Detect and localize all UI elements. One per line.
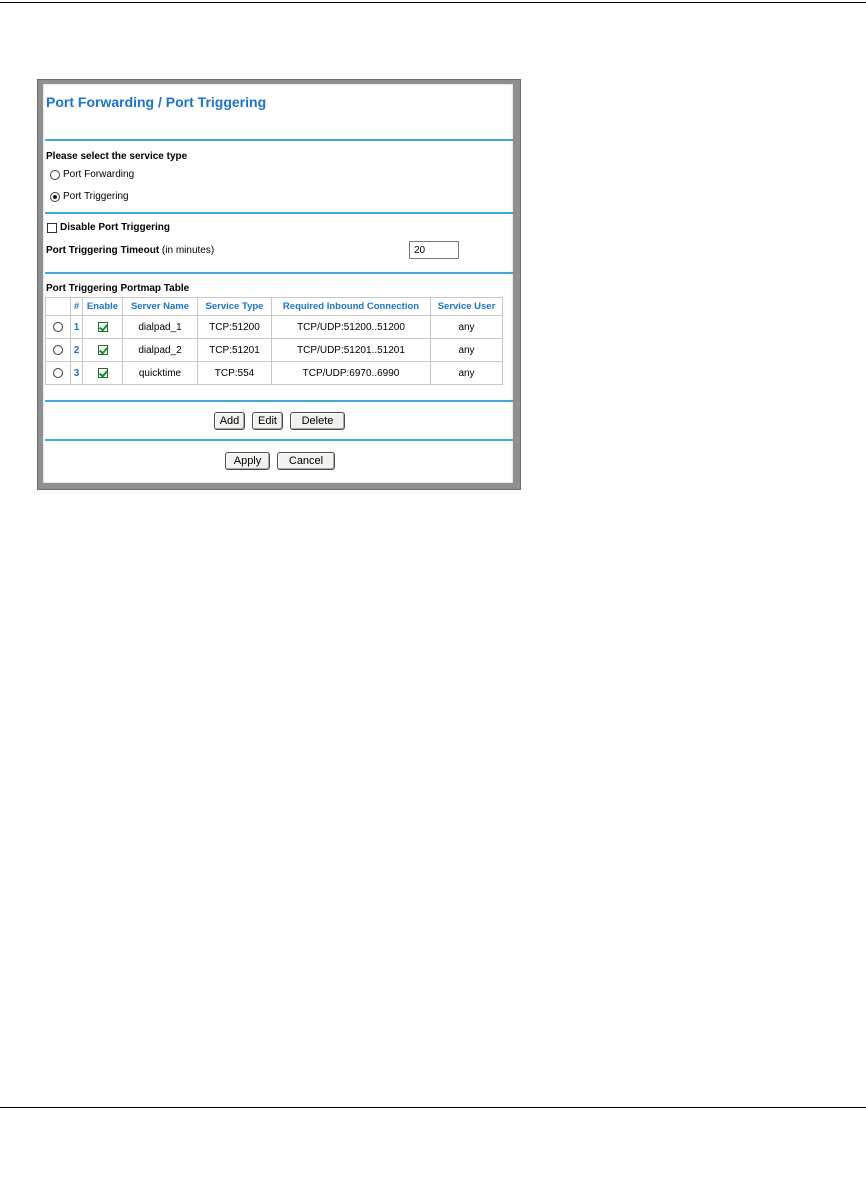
screenshot-frame: Port Forwarding / Port Triggering Please… — [37, 79, 521, 490]
inbound-connection: TCP/UDP:51201..51201 — [271, 338, 431, 362]
service-user: any — [430, 338, 503, 362]
service-user: any — [430, 361, 503, 385]
timeout-unit: (in minutes) — [159, 245, 215, 256]
divider — [45, 139, 513, 141]
delete-button[interactable]: Delete — [290, 412, 345, 430]
server-name: dialpad_1 — [122, 315, 198, 339]
server-name: quicktime — [122, 361, 198, 385]
port-triggering-panel: Port Forwarding / Port Triggering Please… — [43, 84, 513, 483]
port-forwarding-radio[interactable] — [50, 170, 60, 180]
portmap-table-title: Port Triggering Portmap Table — [46, 283, 190, 294]
page-title: Port Forwarding / Port Triggering — [46, 94, 267, 110]
timeout-label-text: Port Triggering Timeout — [46, 245, 160, 256]
enable-checkbox[interactable] — [97, 367, 108, 378]
enable-checkbox[interactable] — [97, 321, 108, 332]
inbound-connection: TCP/UDP:51200..51200 — [271, 315, 431, 339]
row-select-radio[interactable] — [53, 321, 63, 332]
service-type: TCP:51200 — [197, 315, 272, 339]
cancel-button[interactable]: Cancel — [277, 452, 335, 470]
timeout-input[interactable]: 20 — [409, 241, 459, 259]
divider — [45, 272, 513, 274]
divider — [45, 400, 513, 402]
disable-port-triggering-checkbox[interactable] — [47, 223, 57, 233]
page-bottom-rule — [0, 1107, 866, 1108]
service-type-label: Please select the service type — [46, 151, 188, 162]
inbound-connection: TCP/UDP:6970..6990 — [271, 361, 431, 385]
num-column-header: # — [70, 297, 83, 316]
table-row: 2 dialpad_2 TCP:51201 TCP/UDP:51201..512… — [45, 338, 503, 362]
port-triggering-radio[interactable] — [50, 192, 60, 202]
server-name-column-header: Server Name — [122, 297, 198, 316]
divider — [45, 212, 513, 214]
port-triggering-label: Port Triggering — [63, 191, 129, 202]
table-row: 3 quicktime TCP:554 TCP/UDP:6970..6990 a… — [45, 361, 503, 385]
enable-cell — [82, 315, 123, 339]
enable-cell — [82, 361, 123, 385]
add-button[interactable]: Add — [214, 412, 245, 430]
row-select-cell — [45, 315, 71, 339]
disable-port-triggering-label: Disable Port Triggering — [60, 222, 171, 233]
service-type-column-header: Service Type — [197, 297, 272, 316]
enable-column-header: Enable — [82, 297, 123, 316]
divider — [45, 439, 513, 441]
row-select-radio[interactable] — [53, 344, 63, 355]
row-number: 2 — [70, 338, 83, 362]
enable-checkbox[interactable] — [97, 344, 108, 355]
table-header-row: # Enable Server Name Service Type Requir… — [45, 297, 503, 316]
row-number: 1 — [70, 315, 83, 339]
row-number: 3 — [70, 361, 83, 385]
portmap-table: # Enable Server Name Service Type Requir… — [45, 297, 503, 385]
service-user: any — [430, 315, 503, 339]
inbound-column-header: Required Inbound Connection — [271, 297, 431, 316]
table-row: 1 dialpad_1 TCP:51200 TCP/UDP:51200..512… — [45, 315, 503, 339]
enable-cell — [82, 338, 123, 362]
service-type: TCP:51201 — [197, 338, 272, 362]
service-user-column-header: Service User — [430, 297, 503, 316]
port-forwarding-label: Port Forwarding — [63, 169, 135, 180]
apply-button[interactable]: Apply — [225, 452, 270, 470]
select-column-header — [45, 297, 71, 316]
server-name: dialpad_2 — [122, 338, 198, 362]
row-select-radio[interactable] — [53, 367, 63, 378]
edit-button[interactable]: Edit — [252, 412, 283, 430]
row-select-cell — [45, 361, 71, 385]
page-top-rule — [0, 2, 866, 3]
row-select-cell — [45, 338, 71, 362]
timeout-label: Port Triggering Timeout (in minutes) — [46, 245, 214, 256]
service-type: TCP:554 — [197, 361, 272, 385]
